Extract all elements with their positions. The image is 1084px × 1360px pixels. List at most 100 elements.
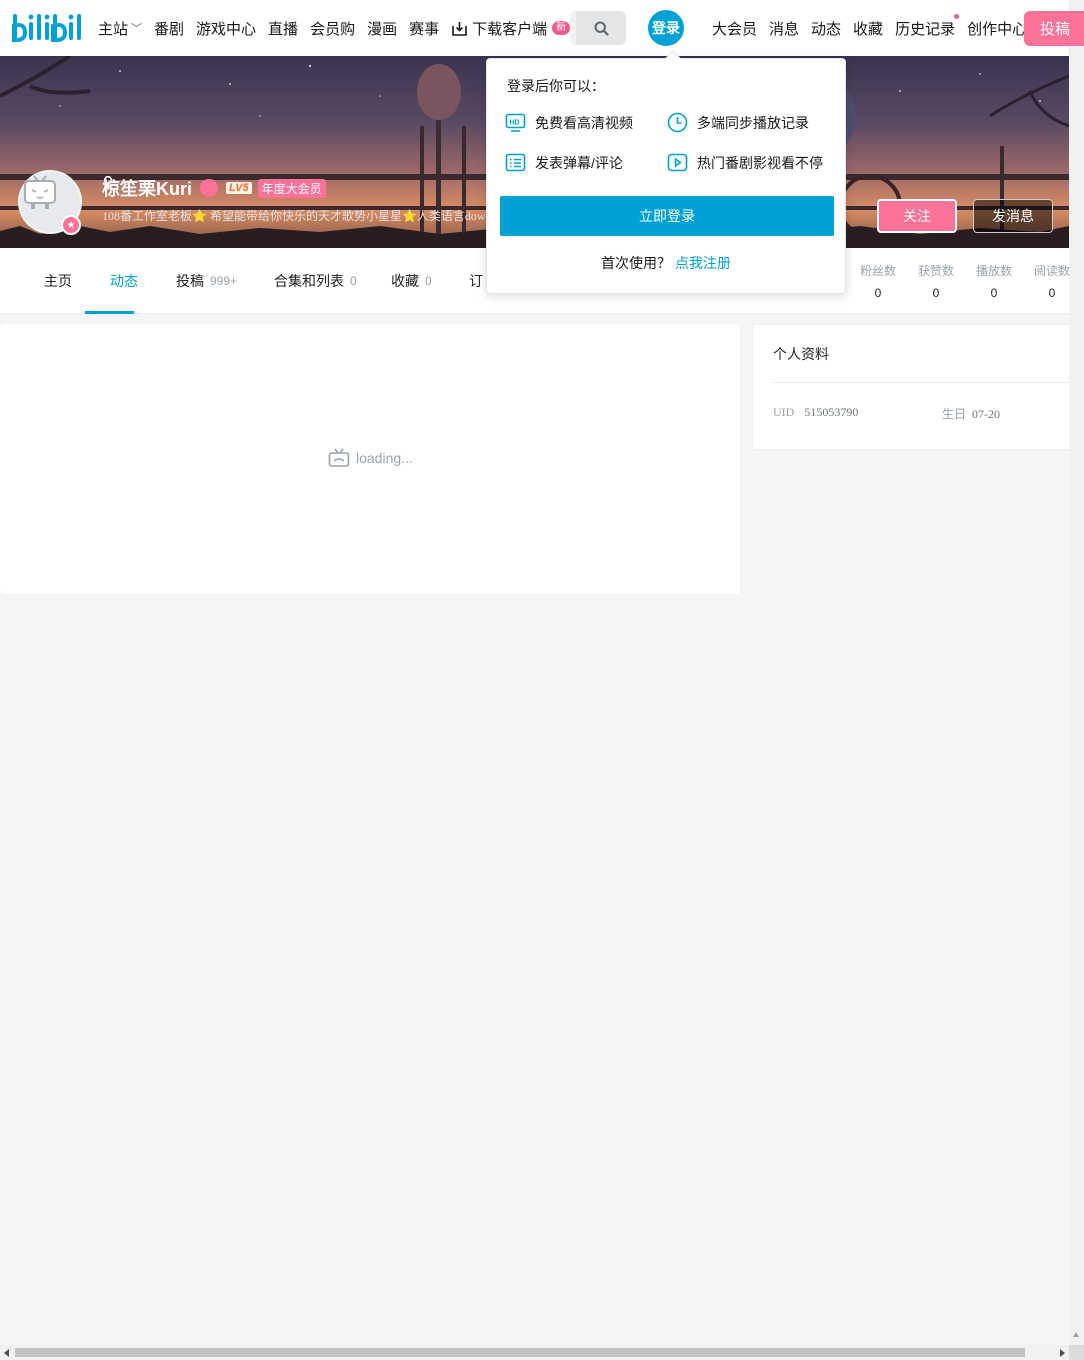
stat-label: 获赞数 [917, 264, 954, 278]
stat-value: 0 [1048, 286, 1056, 300]
nav-game-center[interactable]: 游戏中心 [196, 18, 256, 39]
stat-value: 0 [932, 286, 940, 300]
tab-label: 收藏 [391, 273, 419, 289]
scrollbar-corner [1069, 1345, 1084, 1360]
tab-count: 999+ [210, 274, 238, 288]
nav-label: 历史记录 [895, 20, 956, 38]
horizontal-scrollbar[interactable] [0, 1345, 1069, 1360]
tab-uploads[interactable]: 投稿 999+ [176, 248, 237, 314]
uid-label: UID [773, 405, 795, 419]
loading-text: loading... [356, 450, 413, 466]
login-now-label: 立即登录 [639, 208, 695, 224]
stat-value: 0 [990, 286, 998, 300]
send-message-button[interactable]: 发消息 [973, 199, 1053, 233]
follow-button[interactable]: 关注 [877, 199, 957, 233]
nav-label: 动态 [811, 20, 842, 38]
feature-label: 热门番剧影视看不停 [697, 154, 823, 171]
stat-value: 0 [874, 286, 882, 300]
tab-label: 投稿 [176, 273, 204, 289]
tab-dynamics[interactable]: 动态 [110, 248, 138, 314]
nav-vip[interactable]: 大会员 [712, 18, 757, 39]
nav-label: 收藏 [853, 20, 884, 38]
nav-shop[interactable]: 会员购 [310, 18, 355, 39]
stat-reads: 阅读数 0 [1032, 262, 1072, 300]
uid-value: 515053790 [804, 405, 859, 419]
nav-label: 游戏中心 [196, 20, 257, 38]
vip-label[interactable]: 年度大会员 [257, 178, 326, 198]
feature-comments: 发表弹幕/评论 [505, 152, 623, 173]
nav-anime[interactable]: 番剧 [154, 18, 184, 39]
top-nav: 主站 ﹀ 番剧 游戏中心 直播 会员购 漫画 赛事 下载客户端 新 登录 大会员… [0, 0, 1084, 56]
clock-icon [667, 112, 688, 133]
follow-label: 关注 [903, 210, 931, 225]
chevron-down-icon: ﹀ [131, 23, 143, 35]
vertical-scrollbar[interactable] [1069, 0, 1084, 1345]
nav-live[interactable]: 直播 [268, 18, 298, 39]
tab-subscriptions[interactable]: 订 [469, 248, 483, 314]
scroll-right-arrow-icon[interactable] [1060, 1349, 1065, 1357]
upload-label: 投稿 [1040, 21, 1071, 38]
tab-count: 0 [425, 274, 432, 288]
tab-count: 0 [350, 274, 357, 288]
nav-history[interactable]: 历史记录 [895, 13, 960, 39]
new-badge: 新 [552, 21, 571, 35]
nav-dynamics[interactable]: 动态 [811, 18, 841, 39]
tab-favorites[interactable]: 收藏 0 [391, 248, 432, 314]
personal-info-card: 个人资料 UID 515053790 生日 07-20 [752, 324, 1069, 450]
stat-label: 播放数 [975, 264, 1012, 278]
nav-creator-center[interactable]: 创作中心 [967, 18, 1027, 39]
nav-label: 赛事 [409, 20, 440, 38]
login-popover: 登录后你可以： HD 免费看高清视频 多端同步播放记录 发表弹幕/评论 热门番剧… [486, 50, 846, 294]
nav-favorites[interactable]: 收藏 [853, 18, 883, 39]
nav-manga[interactable]: 漫画 [367, 18, 397, 39]
feature-label: 发表弹幕/评论 [535, 154, 623, 171]
nav-label: 下载客户端 [472, 20, 548, 38]
scroll-up-arrow-icon[interactable] [1073, 1332, 1079, 1337]
nav-label: 番剧 [154, 20, 185, 38]
birthday-label: 生日 [942, 407, 967, 421]
feature-anime: 热门番剧影视看不停 [667, 152, 823, 173]
nav-esports[interactable]: 赛事 [409, 18, 439, 39]
stat-label: 粉丝数 [859, 264, 896, 278]
register-prompt: 首次使用？ 点我注册 [487, 253, 845, 273]
login-avatar-button[interactable]: 登录 [648, 10, 684, 46]
download-icon [452, 21, 467, 36]
register-link[interactable]: 点我注册 [675, 255, 731, 271]
default-avatar-icon [24, 175, 56, 209]
stat-fans[interactable]: 粉丝数 0 [858, 262, 898, 300]
search-button[interactable] [570, 11, 626, 45]
tab-label: 订 [469, 273, 483, 289]
bilibili-logo[interactable] [12, 12, 82, 44]
user-signature: 108番工作室老板⭐ 希望能带给你快乐的天才歌势小星星⭐人类语言dow [102, 209, 486, 223]
nav-right: 大会员 消息 动态 收藏 历史记录 创作中心 [712, 0, 1039, 56]
popover-title: 登录后你可以： [507, 78, 605, 94]
nav-label: 漫画 [367, 20, 398, 38]
nav-label: 会员购 [310, 20, 356, 38]
birthday-value: 07-20 [972, 407, 1001, 421]
notification-dot [954, 13, 960, 19]
svg-text:HD: HD [510, 120, 520, 127]
nav-label: 直播 [268, 20, 299, 38]
birthday-row: 生日 07-20 [942, 405, 1000, 422]
feature-hd-video: HD 免费看高清视频 [505, 112, 633, 133]
upload-button[interactable]: 投稿 [1024, 11, 1084, 46]
nav-messages[interactable]: 消息 [769, 18, 799, 39]
nav-left: 主站 ﹀ 番剧 游戏中心 直播 会员购 漫画 赛事 下载客户端 新 [98, 0, 582, 56]
tab-home[interactable]: 主页 [44, 248, 72, 314]
nav-label: 创作中心 [967, 20, 1028, 38]
login-now-button[interactable]: 立即登录 [500, 196, 834, 236]
scrollbar-thumb[interactable] [15, 1348, 1025, 1357]
nav-main-site[interactable]: 主站 ﹀ [98, 18, 142, 39]
scroll-left-arrow-icon[interactable] [4, 1349, 9, 1357]
tv-loading-icon [328, 448, 350, 467]
list-icon [505, 153, 526, 172]
uid-row: UID 515053790 [773, 405, 858, 420]
dynamics-feed: loading... [0, 324, 740, 594]
hd-icon: HD [505, 113, 526, 132]
nav-download-client[interactable]: 下载客户端 新 [451, 18, 571, 39]
message-label: 发消息 [992, 210, 1034, 225]
nav-label: 主站 [98, 20, 129, 38]
tab-collections[interactable]: 合集和列表 0 [274, 248, 357, 314]
tab-label: 合集和列表 [274, 273, 344, 289]
login-label: 登录 [652, 20, 680, 36]
